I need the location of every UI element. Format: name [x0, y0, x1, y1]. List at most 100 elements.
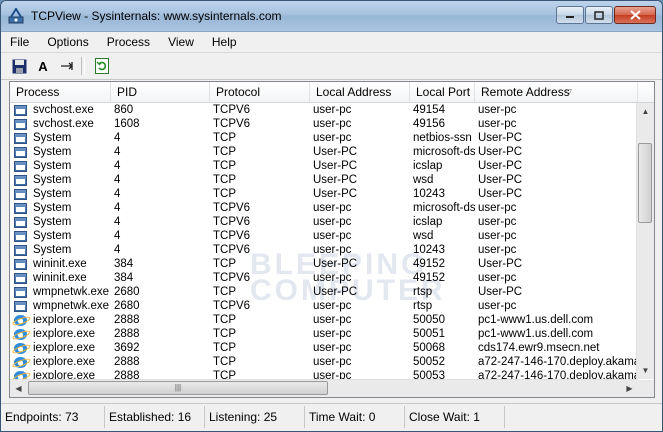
remote-address-cell: User-PC	[478, 174, 523, 186]
local-port-cell: 10243	[413, 244, 445, 256]
table-row[interactable]: System 4 TCP User-PC microsoft-ds User-PC	[10, 145, 638, 159]
remote-address-cell: user-pc	[478, 104, 517, 116]
column-pid[interactable]: PID	[111, 82, 210, 102]
horizontal-scrollbar[interactable]: ◀ ||| ▶	[10, 379, 638, 397]
table-row[interactable]: wmpnetwk.exe 2680 TCPV6 user-pc rtsp user-pc	[10, 299, 638, 313]
connections-list[interactable]: Process PID Protocol Local Address Local…	[9, 81, 655, 398]
close-button[interactable]	[614, 6, 656, 24]
table-row[interactable]: System 4 TCP user-pc netbios-ssn User-PC	[10, 131, 638, 145]
table-row[interactable]: iexplore.exe 2888 TCP user-pc 50051 pc1-www1.…	[10, 327, 638, 341]
column-process[interactable]: Process	[10, 82, 111, 102]
local-port-cell: 50051	[413, 328, 445, 340]
maximize-button[interactable]	[585, 6, 613, 24]
remote-address-cell: User-PC	[478, 258, 523, 270]
remote-address-cell: pc1-www1.us.dell.com	[478, 314, 594, 326]
menu-options[interactable]: Options	[38, 35, 97, 49]
table-row[interactable]: System 4 TCPV6 user-pc wsd user-pc	[10, 229, 638, 243]
horizontal-scroll-thumb[interactable]: |||	[28, 381, 328, 395]
table-row[interactable]: iexplore.exe 2888 TCP user-pc 50050 pc1-www1.…	[10, 313, 638, 327]
process-name: iexplore.exe	[33, 356, 96, 368]
remote-address-cell: cds174.ewr9.msecn.net	[478, 342, 600, 354]
table-row[interactable]: svchost.exe 1608 TCPV6 user-pc 49156 user-pc	[10, 117, 638, 131]
protocol-cell: TCP	[213, 328, 236, 340]
list-header: Process PID Protocol Local Address Local…	[10, 82, 654, 103]
table-row[interactable]: System 4 TCP User-PC wsd User-PC	[10, 173, 638, 187]
table-row[interactable]: System 4 TCPV6 user-pc 10243 user-pc	[10, 243, 638, 257]
window-title: TCPView - Sysinternals: www.sysinternals…	[31, 9, 282, 23]
table-row[interactable]: System 4 TCP User-PC 10243 User-PC	[10, 187, 638, 201]
table-row[interactable]: wininit.exe 384 TCP User-PC 49152 User-PC	[10, 257, 638, 271]
table-row[interactable]: System 4 TCPV6 user-pc microsoft-ds user-pc	[10, 201, 638, 215]
scroll-down-icon[interactable]: ▼	[637, 362, 654, 379]
local-address-cell: user-pc	[313, 230, 352, 242]
status-close-wait: Close Wait: 1	[405, 406, 505, 428]
table-row[interactable]: svchost.exe 860 TCPV6 user-pc 49154 user-pc	[10, 103, 638, 117]
menu-process[interactable]: Process	[98, 35, 159, 49]
local-address-cell: user-pc	[313, 132, 352, 144]
remote-address-cell: User-PC	[478, 160, 523, 172]
menu-view[interactable]: View	[159, 35, 203, 49]
table-row[interactable]: wininit.exe 384 TCPV6 user-pc 49152 user-pc	[10, 271, 638, 285]
resolve-addresses-button[interactable]	[57, 56, 77, 76]
pid-cell: 384	[114, 258, 134, 270]
local-address-cell: user-pc	[313, 314, 352, 326]
scroll-left-icon[interactable]: ◀	[10, 380, 27, 397]
process-cell: System	[10, 243, 111, 257]
protocol-cell: TCP	[213, 258, 236, 270]
font-button[interactable]: A	[33, 56, 53, 76]
status-listening: Listening: 25	[205, 406, 305, 428]
status-established: Established: 16	[105, 406, 205, 428]
save-button[interactable]	[9, 56, 29, 76]
process-cell: iexplore.exe	[10, 327, 111, 341]
menu-help[interactable]: Help	[203, 35, 246, 49]
process-window-icon	[14, 160, 27, 172]
process-cell: iexplore.exe	[10, 341, 111, 355]
protocol-cell: TCPV6	[213, 104, 251, 116]
local-address-cell: user-pc	[313, 356, 352, 368]
process-cell: svchost.exe	[10, 117, 111, 131]
title-bar[interactable]: TCPView - Sysinternals: www.sysinternals…	[1, 1, 662, 32]
scroll-right-icon[interactable]: ▶	[621, 380, 638, 397]
table-row[interactable]: iexplore.exe 3692 TCP user-pc 50068 cds174.ew…	[10, 341, 638, 355]
local-address-cell: User-PC	[313, 174, 358, 186]
process-cell: svchost.exe	[10, 103, 111, 117]
pid-cell: 384	[114, 272, 134, 284]
scroll-up-icon[interactable]: ▲	[637, 103, 654, 120]
protocol-cell: TCP	[213, 132, 236, 144]
table-row[interactable]: iexplore.exe 2888 TCP user-pc 50052 a72-247-1…	[10, 355, 638, 369]
local-port-cell: 49152	[413, 272, 445, 284]
vertical-scroll-thumb[interactable]	[638, 143, 652, 223]
vertical-scrollbar[interactable]: ▲ ▼	[636, 103, 654, 379]
pid-cell: 2680	[114, 300, 140, 312]
status-time-wait: Time Wait: 0	[305, 406, 405, 428]
column-remote-address[interactable]: Remote Address ▽	[475, 82, 638, 102]
sort-descending-icon: ▽	[565, 87, 572, 97]
table-row[interactable]: System 4 TCP User-PC icslap User-PC	[10, 159, 638, 173]
minimize-button[interactable]	[556, 6, 584, 24]
remote-address-cell: pc1-www1.us.dell.com	[478, 328, 594, 340]
protocol-cell: TCPV6	[213, 272, 251, 284]
protocol-cell: TCP	[213, 160, 236, 172]
column-protocol[interactable]: Protocol	[210, 82, 310, 102]
refresh-icon	[95, 58, 109, 74]
remote-address-cell: User-PC	[478, 146, 523, 158]
process-name: System	[33, 132, 72, 144]
menu-file[interactable]: File	[7, 35, 38, 49]
process-name: wininit.exe	[33, 272, 87, 284]
process-cell: wininit.exe	[10, 271, 111, 285]
column-local-address[interactable]: Local Address	[310, 82, 410, 102]
process-cell: System	[10, 173, 111, 187]
process-cell: wininit.exe	[10, 257, 111, 271]
table-row[interactable]: wmpnetwk.exe 2680 TCP User-PC rtsp User-PC	[10, 285, 638, 299]
pid-cell: 2680	[114, 286, 140, 298]
column-local-port[interactable]: Local Port	[410, 82, 475, 102]
local-address-cell: User-PC	[313, 146, 358, 158]
menu-bar: File Options Process View Help	[1, 32, 662, 53]
process-window-icon	[14, 230, 27, 242]
protocol-cell: TCPV6	[213, 202, 251, 214]
table-row[interactable]: System 4 TCPV6 user-pc icslap user-pc	[10, 215, 638, 229]
process-window-icon	[14, 272, 27, 284]
refresh-button[interactable]	[92, 56, 112, 76]
local-address-cell: user-pc	[313, 342, 352, 354]
process-name: System	[33, 230, 72, 242]
